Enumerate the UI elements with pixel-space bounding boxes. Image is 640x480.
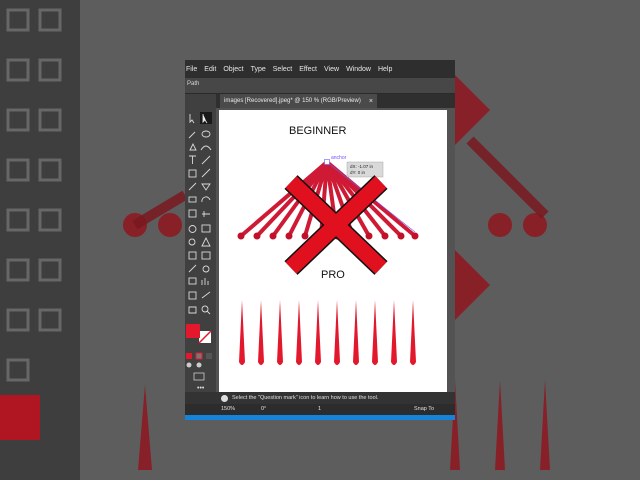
snap-to-label[interactable]: Snap To	[414, 406, 434, 412]
menu-object[interactable]: Object	[223, 66, 243, 73]
menu-bar: File Edit Object Type Select Effect View…	[185, 60, 455, 78]
zoom-tool-icon[interactable]	[201, 305, 211, 315]
slice-tool-icon[interactable]	[201, 291, 211, 299]
document-tab[interactable]: images [Recovered].jpeg* @ 150 % (RGB/Pr…	[220, 94, 377, 108]
question-mark-icon[interactable]: ?	[221, 394, 228, 402]
red-x-mark-icon	[284, 175, 388, 275]
drawing-modes-icon[interactable]	[186, 362, 202, 368]
close-icon[interactable]: ×	[369, 98, 373, 105]
pro-tapered-strokes[interactable]	[239, 300, 416, 365]
menu-view[interactable]: View	[324, 66, 339, 73]
tooltip-dy: dY: 0 in	[350, 170, 366, 175]
document-tab-title: images [Recovered].jpeg* @ 150 % (RGB/Pr…	[224, 98, 361, 104]
mesh-tool-icon[interactable]	[188, 251, 197, 260]
artboard-number[interactable]: 1	[318, 406, 321, 412]
menu-effect[interactable]: Effect	[299, 66, 317, 73]
canvas-area[interactable]: BEGINNER anchor dX: -1.07 in dY: 0 in PR…	[216, 108, 455, 396]
rectangle-tool-icon[interactable]	[188, 169, 197, 178]
scale-tool-icon[interactable]	[188, 209, 197, 218]
menu-edit[interactable]: Edit	[204, 66, 216, 73]
blend-tool-icon[interactable]	[202, 265, 210, 273]
artboard[interactable]: BEGINNER anchor dX: -1.07 in dY: 0 in PR…	[219, 110, 447, 392]
eraser-icon[interactable]	[188, 196, 197, 203]
selection-type-label: Path	[187, 81, 200, 87]
paintbrush-icon[interactable]	[201, 168, 211, 178]
status-bar: ? Select the "Question mark" icon to lea…	[185, 392, 455, 404]
taskbar-strip	[185, 415, 455, 420]
menu-help[interactable]: Help	[378, 66, 392, 73]
pencil-tool-icon[interactable]	[188, 182, 197, 191]
shaper-tool-icon[interactable]	[201, 183, 211, 191]
control-bar: Path	[185, 78, 455, 94]
rotate-tool-icon[interactable]	[201, 196, 211, 203]
tooltip-dx: dX: -1.07 in	[350, 164, 374, 169]
bottom-bar: 150% 0° 1 Snap To	[185, 404, 455, 415]
beginner-label: BEGINNER	[289, 125, 347, 137]
document-tab-bar: images [Recovered].jpeg* @ 150 % (RGB/Pr…	[216, 94, 455, 108]
shape-builder-icon[interactable]	[188, 238, 196, 246]
column-graph-icon[interactable]	[201, 278, 209, 285]
illustrator-window: File Edit Object Type Select Effect View…	[185, 60, 455, 420]
eyedropper-icon[interactable]	[188, 264, 197, 273]
more-tools-icon[interactable]: •••	[197, 385, 205, 392]
rotation-value[interactable]: 0°	[261, 406, 266, 412]
menu-type[interactable]: Type	[251, 66, 266, 73]
free-transform-icon[interactable]	[201, 224, 211, 233]
type-tool-icon[interactable]	[189, 155, 196, 164]
color-mode-buttons[interactable]	[186, 352, 212, 360]
width-tool-icon[interactable]	[202, 211, 210, 217]
selection-tool-icon[interactable]	[200, 112, 212, 124]
gradient-tool-icon[interactable]	[201, 251, 211, 260]
fill-stroke-swatch[interactable]	[186, 324, 212, 344]
zoom-level[interactable]: 150%	[221, 406, 235, 412]
line-tool-icon[interactable]	[201, 155, 211, 165]
pen-tool-icon[interactable]	[189, 142, 197, 151]
symbol-sprayer-icon[interactable]	[188, 277, 197, 285]
status-message: Select the "Question mark" icon to learn…	[232, 395, 379, 401]
anchor-label: anchor	[331, 155, 347, 161]
lasso-icon[interactable]	[201, 130, 211, 138]
menu-file[interactable]: File	[186, 66, 197, 73]
tools-panel: •••	[185, 94, 216, 394]
screen-mode-icon[interactable]	[193, 372, 205, 381]
direct-selection-tool-icon[interactable]	[189, 114, 195, 124]
warp-tool-icon[interactable]	[188, 225, 197, 233]
curvature-tool-icon[interactable]	[200, 145, 212, 151]
perspective-grid-icon[interactable]	[201, 236, 211, 247]
measure-tooltip: dX: -1.07 in dY: 0 in	[346, 161, 384, 178]
magic-wand-icon[interactable]	[188, 131, 196, 139]
pro-label: PRO	[321, 269, 345, 281]
hand-tool-icon[interactable]	[188, 306, 197, 314]
menu-select[interactable]: Select	[273, 66, 292, 73]
artboard-tool-icon[interactable]	[188, 291, 197, 300]
menu-window[interactable]: Window	[346, 66, 371, 73]
